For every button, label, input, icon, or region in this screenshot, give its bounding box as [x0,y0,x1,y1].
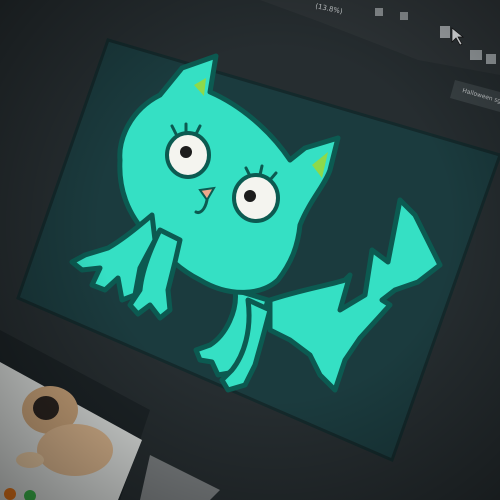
toolbar-button[interactable] [486,54,496,64]
firefox-icon[interactable] [4,488,16,500]
toolbar-button[interactable] [400,12,408,20]
eye-white [232,173,280,223]
pupil [244,190,256,202]
pupil [180,146,192,158]
monitor-photo: (13.8%) Halloween sgled 3% [0,0,500,500]
toolbar-button[interactable] [470,50,482,60]
toolbar-button[interactable] [440,26,450,38]
toolbar-button[interactable] [375,8,383,16]
